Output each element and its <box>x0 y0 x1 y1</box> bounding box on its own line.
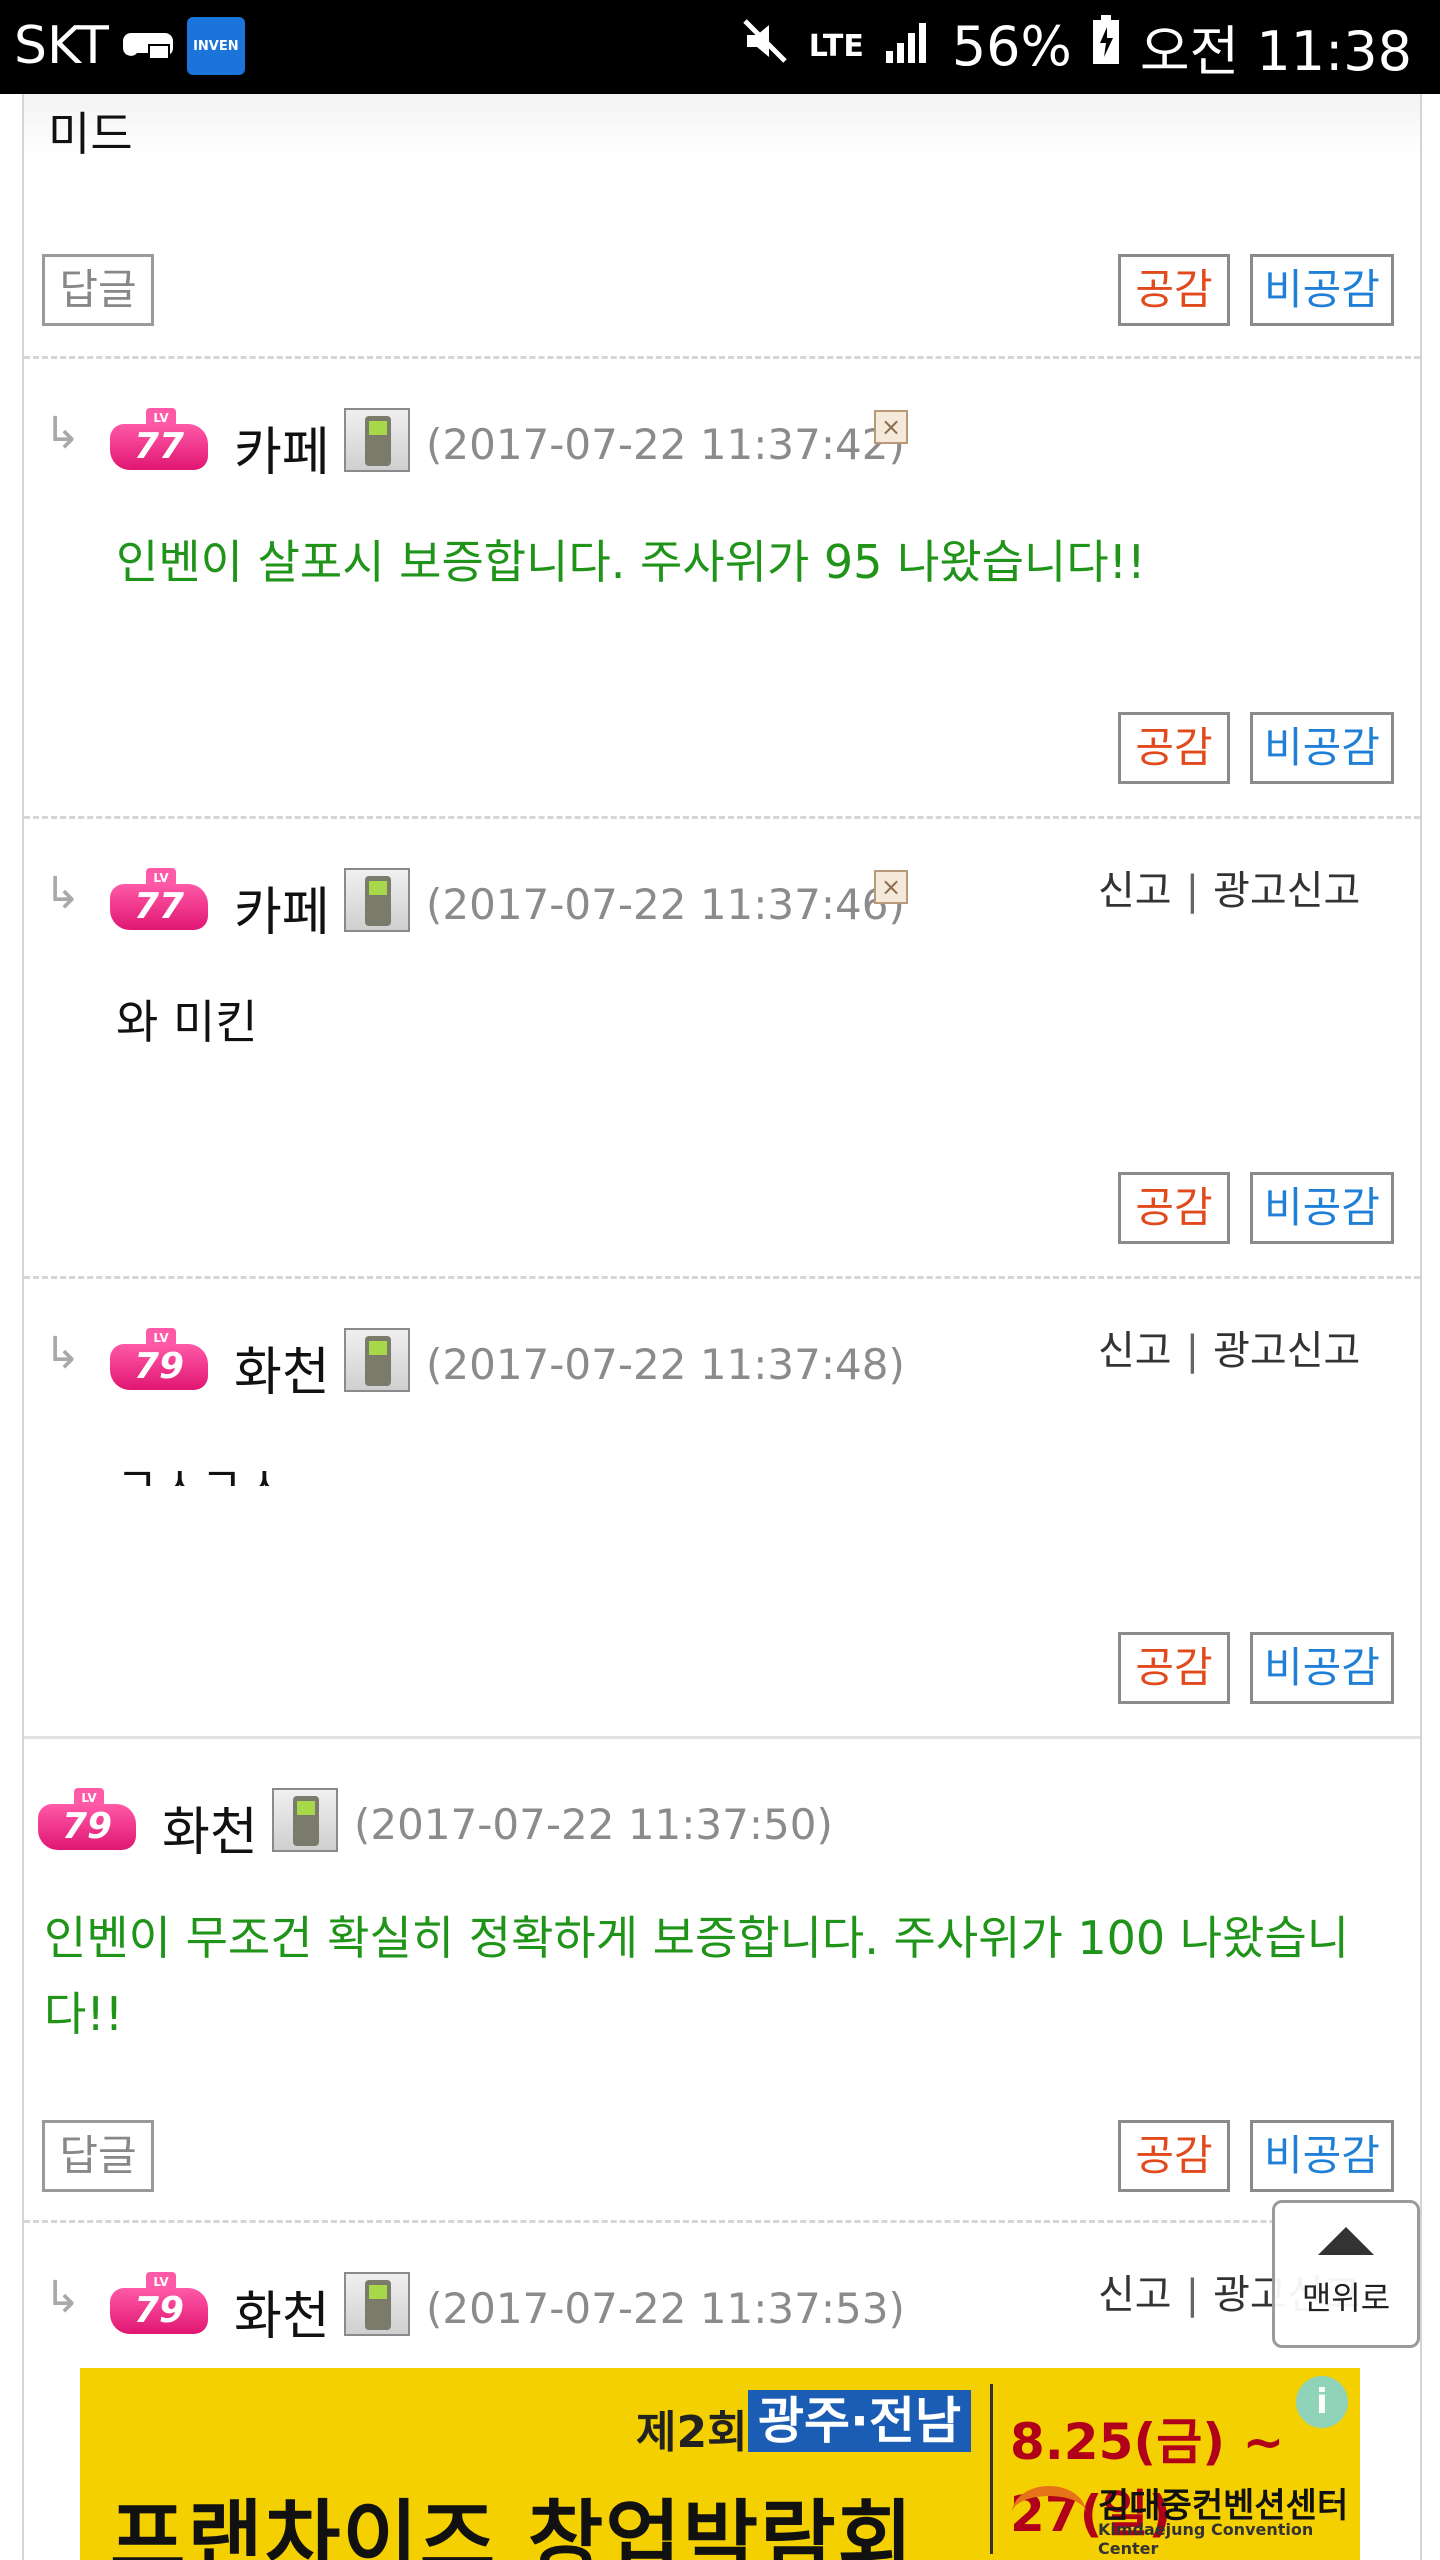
level-badge: LV 79 <box>110 1328 208 1390</box>
nickname[interactable]: 화천 <box>162 1790 258 1865</box>
scroll-to-top-label: 맨위로 <box>1301 2279 1391 2317</box>
report-links: 신고|광고신고 <box>1098 1328 1361 1374</box>
carrier-label: SKT <box>14 16 109 76</box>
report-link[interactable]: 신고 <box>1098 1328 1172 1374</box>
venue-logo-icon <box>1012 2486 1086 2540</box>
mute-icon <box>741 15 789 78</box>
comment-date: (2017-07-22 11:37:53) <box>426 2284 905 2333</box>
divider <box>24 1276 1420 1279</box>
clock: 오전 11:38 <box>1139 19 1412 83</box>
game-controller-icon <box>122 16 173 76</box>
level-badge: LV 77 <box>110 408 208 470</box>
mobile-phone-icon <box>272 1788 338 1852</box>
reply-arrow-icon: ↳ <box>44 1328 81 1379</box>
nickname[interactable]: 화천 <box>234 1330 330 1405</box>
reply-button[interactable]: 답글 <box>42 254 154 326</box>
mobile-phone-icon <box>344 868 410 932</box>
report-link[interactable]: 신고 <box>1098 2272 1172 2318</box>
comment-date: (2017-07-22 11:37:48) <box>426 1340 905 1389</box>
nickname[interactable]: 카페 <box>234 870 330 945</box>
like-button[interactable]: 공감 <box>1118 254 1230 326</box>
level-badge: LV 79 <box>38 1788 136 1850</box>
banner-region: 광주·전남 <box>748 2390 971 2452</box>
comment-text: 와 미킨 <box>116 995 258 1049</box>
comment-text: 인벤이 무조건 확실히 정확하게 보증합니다. 주사위가 100 나왔습니다!! <box>44 1911 1350 2041</box>
comment-text: 미드 <box>48 107 133 161</box>
reply-arrow-icon: ↳ <box>44 2272 81 2323</box>
mobile-phone-icon <box>344 2272 410 2336</box>
level-badge: LV 77 <box>110 868 208 930</box>
banner-divider <box>990 2384 993 2554</box>
ad-report-link[interactable]: 광고신고 <box>1213 1328 1360 1374</box>
ad-banner[interactable]: 제2회 광주·전남 프랜차이즈 창업박람회 8.25(금) ~ 27(일) 김대… <box>80 2368 1360 2560</box>
report-links: 신고|광고신고 <box>1098 868 1361 914</box>
dislike-button[interactable]: 비공감 <box>1250 2120 1394 2192</box>
delete-icon[interactable]: × <box>874 410 908 444</box>
like-button[interactable]: 공감 <box>1118 1632 1230 1704</box>
battery-percent: 56% <box>951 14 1072 78</box>
divider <box>24 816 1420 819</box>
nickname[interactable]: 화천 <box>234 2274 330 2349</box>
ad-info-icon[interactable]: i <box>1296 2376 1348 2428</box>
delete-icon[interactable]: × <box>874 870 908 904</box>
banner-venue-en: Kimdaejung Convention Center <box>1098 2520 1314 2558</box>
dislike-button[interactable]: 비공감 <box>1250 254 1394 326</box>
inven-app-icon: INVEN <box>186 17 245 75</box>
comment-list[interactable]: 미드 답글 공감 비공감 ↳ LV 77 카페 (2017-07-22 11:3… <box>22 94 1422 2560</box>
reply-arrow-icon: ↳ <box>44 408 81 459</box>
comment-date: (2017-07-22 11:37:46) <box>426 880 905 929</box>
status-bar: SKT INVEN LTE 56% 오전 11:38 <box>0 0 1440 94</box>
like-button[interactable]: 공감 <box>1118 712 1230 784</box>
like-button[interactable]: 공감 <box>1118 1172 1230 1244</box>
nickname[interactable]: 카페 <box>234 410 330 485</box>
divider <box>24 356 1420 359</box>
ad-report-link[interactable]: 광고신고 <box>1213 868 1360 914</box>
comment-text: 인벤이 살포시 보증합니다. 주사위가 95 나왔습니다!! <box>116 535 1146 589</box>
reply-button[interactable]: 답글 <box>42 2120 154 2192</box>
reply-arrow-icon: ↳ <box>44 868 81 919</box>
report-link[interactable]: 신고 <box>1098 868 1172 914</box>
dislike-button[interactable]: 비공감 <box>1250 1172 1394 1244</box>
mobile-phone-icon <box>344 408 410 472</box>
comment-text: ㄱㅅㄱㅅ <box>116 1457 286 1486</box>
dislike-button[interactable]: 비공감 <box>1250 1632 1394 1704</box>
lte-indicator: LTE <box>808 28 864 64</box>
divider <box>24 2220 1420 2223</box>
comment-date: (2017-07-22 11:37:42) <box>426 420 905 469</box>
arrow-up-icon <box>1318 2227 1374 2255</box>
signal-icon <box>884 15 932 78</box>
dislike-button[interactable]: 비공감 <box>1250 712 1394 784</box>
banner-edition: 제2회 <box>636 2407 748 2458</box>
divider <box>24 1736 1420 1739</box>
comment-date: (2017-07-22 11:37:50) <box>354 1800 833 1849</box>
level-badge: LV 79 <box>110 2272 208 2334</box>
battery-icon <box>1092 14 1120 78</box>
like-button[interactable]: 공감 <box>1118 2120 1230 2192</box>
scroll-to-top-button[interactable]: 맨위로 <box>1272 2200 1420 2348</box>
banner-title: 프랜차이즈 창업박람회 <box>110 2492 915 2560</box>
mobile-phone-icon <box>344 1328 410 1392</box>
